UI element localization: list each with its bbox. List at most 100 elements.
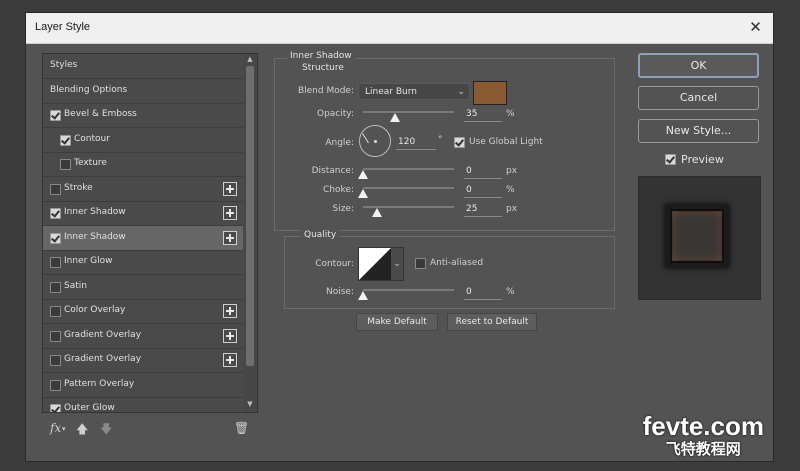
style-item[interactable]: Inner Glow bbox=[43, 250, 243, 275]
style-item[interactable]: Stroke bbox=[43, 177, 243, 202]
noise-unit: % bbox=[506, 287, 515, 297]
noise-slider[interactable] bbox=[363, 289, 454, 291]
style-item-label: Styles bbox=[50, 60, 78, 70]
choke-field[interactable]: 0 bbox=[464, 183, 502, 198]
style-item-checkbox[interactable] bbox=[50, 379, 61, 391]
noise-field[interactable]: 0 bbox=[464, 285, 502, 300]
fx-dropdown-icon[interactable]: ▾ bbox=[62, 425, 66, 433]
distance-label: Distance: bbox=[311, 166, 354, 176]
style-item[interactable]: Bevel & Emboss bbox=[43, 103, 243, 128]
anti-aliased-label: Anti-aliased bbox=[430, 258, 484, 268]
preview-checkbox[interactable] bbox=[665, 154, 676, 165]
style-item-label: Inner Shadow bbox=[64, 207, 126, 217]
preview-swatch bbox=[665, 204, 729, 268]
size-label: Size: bbox=[332, 204, 354, 214]
add-style-icon[interactable] bbox=[223, 304, 237, 318]
style-item[interactable]: Texture bbox=[43, 152, 243, 177]
style-item-checkbox[interactable] bbox=[50, 306, 61, 317]
dialog-title: Layer Style bbox=[35, 21, 91, 33]
style-item-checkbox[interactable] bbox=[50, 183, 61, 195]
scroll-thumb[interactable] bbox=[246, 66, 254, 366]
style-item-checkbox[interactable] bbox=[50, 110, 61, 121]
add-style-icon[interactable] bbox=[223, 206, 237, 220]
section-title: Inner Shadow bbox=[287, 51, 355, 61]
style-item-checkbox[interactable] bbox=[60, 159, 71, 170]
style-item-label: Gradient Overlay bbox=[64, 354, 142, 364]
contour-chevron-down-icon[interactable]: ⌄ bbox=[391, 248, 403, 280]
distance-slider[interactable] bbox=[363, 168, 454, 170]
add-style-icon[interactable] bbox=[223, 181, 237, 196]
use-global-light-label: Use Global Light bbox=[469, 137, 543, 147]
size-field[interactable]: 25 bbox=[464, 202, 502, 217]
chevron-down-icon: ⌄ bbox=[457, 87, 465, 97]
distance-unit: px bbox=[506, 166, 518, 176]
list-scrollbar[interactable]: ▲ ▼ bbox=[244, 54, 256, 412]
style-item-checkbox[interactable] bbox=[50, 232, 61, 244]
contour-picker[interactable]: ⌄ bbox=[358, 247, 404, 281]
arrow-down-icon[interactable]: 🡇 bbox=[100, 420, 112, 441]
blend-mode-select[interactable]: Linear Burn ⌄ bbox=[358, 83, 470, 100]
fx-button[interactable]: fx bbox=[50, 421, 61, 435]
style-item-label: Bevel & Emboss bbox=[64, 109, 137, 119]
anti-aliased-checkbox[interactable] bbox=[415, 258, 426, 269]
noise-slider-thumb[interactable] bbox=[358, 291, 368, 300]
ok-button[interactable]: OK bbox=[638, 53, 759, 78]
trash-icon[interactable]: 🗑 bbox=[234, 421, 249, 435]
style-item-checkbox[interactable] bbox=[50, 404, 61, 412]
scroll-down-icon[interactable]: ▼ bbox=[246, 400, 254, 408]
arrow-up-icon[interactable]: 🡅 bbox=[76, 420, 88, 441]
style-item-label: Contour bbox=[74, 133, 110, 144]
style-item[interactable]: Inner Shadow bbox=[43, 225, 243, 251]
structure-title: Structure bbox=[299, 63, 347, 73]
add-style-icon[interactable] bbox=[223, 353, 237, 367]
choke-slider-thumb[interactable] bbox=[358, 189, 368, 198]
style-item[interactable]: Pattern Overlay bbox=[43, 373, 243, 398]
style-item[interactable]: Blending Options bbox=[43, 79, 243, 104]
choke-slider[interactable] bbox=[363, 187, 454, 189]
add-style-icon[interactable] bbox=[223, 328, 237, 343]
opacity-field[interactable]: 35 bbox=[464, 107, 502, 122]
choke-label: Choke: bbox=[323, 185, 354, 195]
use-global-light-checkbox[interactable] bbox=[454, 137, 465, 148]
shadow-color-swatch[interactable] bbox=[473, 81, 507, 105]
style-item[interactable]: Contour bbox=[43, 128, 243, 153]
distance-slider-thumb[interactable] bbox=[358, 170, 368, 179]
angle-dial-needle bbox=[362, 133, 369, 144]
style-item-checkbox[interactable] bbox=[50, 330, 61, 342]
scroll-up-icon[interactable]: ▲ bbox=[246, 55, 254, 63]
style-item[interactable]: Satin bbox=[43, 275, 243, 300]
style-item-label: Satin bbox=[64, 280, 87, 291]
opacity-slider-thumb[interactable] bbox=[390, 113, 400, 122]
style-item[interactable]: Gradient Overlay bbox=[43, 324, 243, 349]
blend-mode-label: Blend Mode: bbox=[297, 86, 354, 96]
style-item-label: Color Overlay bbox=[64, 305, 126, 315]
style-item-checkbox[interactable] bbox=[50, 257, 61, 268]
style-item[interactable]: Color Overlay bbox=[43, 299, 243, 324]
style-item-checkbox[interactable] bbox=[50, 281, 61, 293]
choke-unit: % bbox=[506, 185, 515, 195]
style-item[interactable]: Gradient Overlay bbox=[43, 348, 243, 373]
style-item-checkbox[interactable] bbox=[50, 355, 61, 366]
angle-dial[interactable] bbox=[359, 125, 391, 157]
size-slider-thumb[interactable] bbox=[372, 208, 382, 217]
style-item-label: Inner Glow bbox=[64, 256, 113, 266]
style-item[interactable]: Outer Glow bbox=[43, 397, 243, 412]
style-item-label: Inner Shadow bbox=[64, 231, 126, 242]
style-item-checkbox[interactable] bbox=[50, 208, 61, 219]
opacity-slider[interactable] bbox=[363, 111, 454, 113]
style-item-label: Stroke bbox=[64, 182, 93, 193]
style-item-label: Gradient Overlay bbox=[64, 329, 142, 340]
angle-dial-center bbox=[374, 140, 377, 143]
make-default-button[interactable]: Make Default bbox=[356, 313, 438, 331]
angle-field[interactable]: 120 bbox=[396, 135, 436, 150]
add-style-icon[interactable] bbox=[223, 230, 237, 245]
style-item[interactable]: Inner Shadow bbox=[43, 201, 243, 226]
new-style-button[interactable]: New Style... bbox=[638, 119, 759, 143]
style-item[interactable]: Styles bbox=[43, 54, 243, 79]
watermark: fevte.com 飞特教程网 bbox=[643, 411, 764, 459]
reset-to-default-button[interactable]: Reset to Default bbox=[447, 313, 537, 331]
distance-field[interactable]: 0 bbox=[464, 164, 502, 179]
cancel-button[interactable]: Cancel bbox=[638, 86, 759, 110]
close-button[interactable]: ✕ bbox=[746, 18, 765, 37]
style-item-checkbox[interactable] bbox=[60, 134, 71, 146]
